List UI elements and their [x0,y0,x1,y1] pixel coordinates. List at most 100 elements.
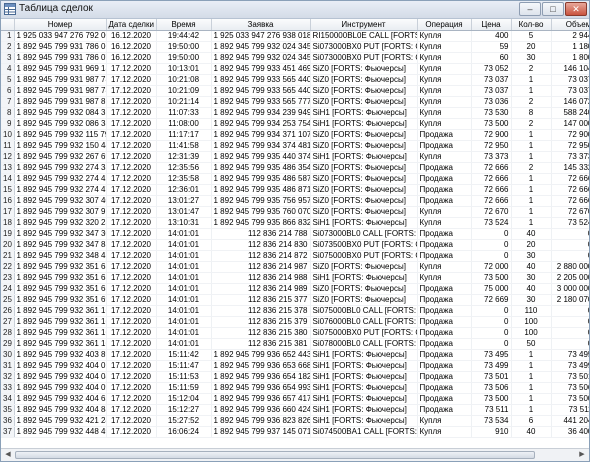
column-header-quantity[interactable]: Кол-во [511,19,552,31]
table-row[interactable]: 36 1 892 945 799 932 421 249 17.12.2020 15:… [1,415,589,427]
cell-volume: 2 944,34 [551,30,589,42]
cell-quantity: 1 [511,382,552,394]
scroll-right-icon[interactable]: ▶ [576,450,588,460]
cell-number: 1 892 945 799 932 347 307 [14,228,107,240]
table-row[interactable]: 24 1 892 945 799 932 351 682 17.12.2020 14:… [1,283,589,295]
cell-trade-date: 17.12.2020 [106,162,157,174]
cell-order: 1 892 945 799 935 486 871 [211,184,311,196]
table-row[interactable]: 14 1 892 945 799 932 274 424 17.12.2020 12:… [1,173,589,185]
cell-trade-date: 17.12.2020 [106,415,157,427]
scrollbar-thumb[interactable] [15,451,535,459]
cell-operation: Купля [417,96,472,108]
table-row[interactable]: 34 1 892 945 799 932 404 635 17.12.2020 15:… [1,393,589,405]
table-row[interactable]: 12 1 892 945 799 932 267 699 17.12.2020 12:… [1,151,589,163]
table-row[interactable]: 35 1 892 945 799 932 404 843 17.12.2020 15:… [1,404,589,416]
cell-trade-date: 17.12.2020 [106,294,157,306]
column-header-number[interactable]: Номер [14,19,107,31]
table-row[interactable]: 25 1 892 945 799 932 351 690 17.12.2020 14:… [1,294,589,306]
cell-time: 14:01:01 [156,239,212,251]
table-row[interactable]: 21 1 892 945 799 932 348 453 17.12.2020 14:… [1,250,589,262]
column-header-time[interactable]: Время [156,19,212,31]
cell-instrument: SiZ0 [FORTS: Фьючерсы] [310,184,418,196]
cell-order: 1 892 945 799 935 760 070 [211,206,311,218]
table-row[interactable]: 61 892 945 799 931 987 781 17.12.2020 10:2… [1,85,589,97]
cell-number: 1 892 945 799 932 347 882 [14,239,107,251]
cell-price: 72 669 [471,294,512,306]
table-row[interactable]: 91 892 945 799 932 086 381 17.12.2020 11:0… [1,118,589,130]
table-row[interactable]: 33 1 892 945 799 932 404 092 17.12.2020 15:… [1,382,589,394]
cell-row-index: 5 [1,74,15,86]
cell-order: 1 892 945 799 934 239 949 [211,107,311,119]
table-app-icon [4,3,16,15]
cell-quantity: 1 [511,151,552,163]
cell-quantity: 1 [511,217,552,229]
table-row[interactable]: 15 1 892 945 799 932 274 473 17.12.2020 12:… [1,184,589,196]
scroll-left-icon[interactable]: ◀ [2,450,14,460]
cell-instrument: SiH1 [FORTS: Фьючерсы] [310,382,418,394]
cell-price: 73 534 [471,415,512,427]
table-row[interactable]: 11 925 033 947 276 792 009 16.12.2020 19:4… [1,30,589,42]
table-row[interactable]: 28 1 892 945 799 932 361 163 17.12.2020 14:… [1,327,589,339]
table-row[interactable]: 29 1 892 945 799 932 361 167 17.12.2020 14:… [1,338,589,350]
title-bar[interactable]: Таблица сделок – □ ✕ [1,1,589,19]
cell-time: 12:35:58 [156,173,212,185]
table-row[interactable]: 31 892 945 799 931 786 070 16.12.2020 19:5… [1,52,589,64]
minimize-button[interactable]: – [519,2,541,16]
table-row[interactable]: 18 1 892 945 799 932 320 232 17.12.2020 13:… [1,217,589,229]
table-row[interactable]: 71 892 945 799 931 987 818 17.12.2020 10:2… [1,96,589,108]
column-header-instrument[interactable]: Инструмент [310,19,418,31]
cell-quantity: 1 [511,173,552,185]
table-row[interactable]: 81 892 945 799 932 084 319 17.12.2020 11:0… [1,107,589,119]
table-row[interactable]: 23 1 892 945 799 932 351 681 17.12.2020 14:… [1,272,589,284]
cell-number: 1 892 945 799 932 307 406 [14,195,107,207]
cell-price: 73 524 [471,217,512,229]
table-row[interactable]: 30 1 892 945 799 932 403 898 17.12.2020 15:… [1,349,589,361]
table-row[interactable]: 19 1 892 945 799 932 347 307 17.12.2020 14:… [1,228,589,240]
cell-order: 1 892 945 799 935 486 354 [211,162,311,174]
table-row[interactable]: 51 892 945 799 931 987 780 17.12.2020 10:2… [1,74,589,86]
column-header-row-index[interactable] [1,19,15,31]
table-row[interactable]: 10 1 892 945 799 932 115 791 17.12.2020 11:… [1,129,589,141]
cell-time: 11:07:33 [156,107,212,119]
cell-row-index: 35 [1,404,15,416]
table-row[interactable]: 32 1 892 945 799 932 404 045 17.12.2020 15:… [1,371,589,383]
column-header-trade-date[interactable]: Дата сделки [106,19,157,31]
column-header-operation[interactable]: Операция [417,19,472,31]
cell-time: 19:50:00 [156,41,212,53]
cell-volume: 72 900,00 [551,129,589,141]
cell-trade-date: 17.12.2020 [106,151,157,163]
table-row[interactable]: 27 1 892 945 799 932 361 162 17.12.2020 14:… [1,316,589,328]
maximize-button[interactable]: □ [542,2,564,16]
close-button[interactable]: ✕ [565,2,587,16]
table-row[interactable]: 31 1 892 945 799 932 404 016 17.12.2020 15:… [1,360,589,372]
table-header-row: Номер Дата сделки Время Заявка Инструмент Опе… [1,19,589,31]
cell-order: 1 892 945 799 936 823 826 [211,415,311,427]
table-row[interactable]: 21 892 945 799 931 786 069 16.12.2020 19:5… [1,41,589,53]
column-header-volume[interactable]: Объем [551,19,589,31]
table-row[interactable]: 11 1 892 945 799 932 150 449 17.12.2020 11:… [1,140,589,152]
table-row[interactable]: 20 1 892 945 799 932 347 882 17.12.2020 14:… [1,239,589,251]
cell-trade-date: 17.12.2020 [106,316,157,328]
column-header-price[interactable]: Цена [471,19,512,31]
cell-order: 1 892 945 799 936 652 443 [211,349,311,361]
cell-volume: 2 880 000,00 [551,261,589,273]
table-row[interactable]: 16 1 892 945 799 932 307 406 17.12.2020 13:… [1,195,589,207]
table-row[interactable]: 17 1 892 945 799 932 307 913 17.12.2020 13:… [1,206,589,218]
cell-quantity: 1 [511,74,552,86]
horizontal-scrollbar[interactable]: ◀ ▶ [1,448,589,461]
cell-operation: Продажа [417,382,472,394]
table-row[interactable]: 41 892 945 799 931 969 187 17.12.2020 10:1… [1,63,589,75]
table-row[interactable]: 13 1 892 945 799 932 274 381 17.12.2020 12:… [1,162,589,174]
cell-time: 10:21:09 [156,85,212,97]
column-header-order[interactable]: Заявка [211,19,311,31]
cell-trade-date: 17.12.2020 [106,371,157,383]
cell-volume: 146 072,00 [551,96,589,108]
cell-time: 10:21:14 [156,96,212,108]
table-row[interactable]: 37 1 892 945 799 932 448 493 17.12.2020 16:… [1,426,589,438]
trades-grid[interactable]: Номер Дата сделки Время Заявка Инструмент Опе… [1,19,589,450]
table-row[interactable]: 26 1 892 945 799 932 361 161 17.12.2020 14:… [1,305,589,317]
cell-price: 75 000 [471,283,512,295]
table-row[interactable]: 22 1 892 945 799 932 351 680 17.12.2020 14:… [1,261,589,273]
cell-row-index: 11 [1,140,15,152]
cell-instrument: Si073000BL0 CALL [FORTS: Опци [310,228,418,240]
